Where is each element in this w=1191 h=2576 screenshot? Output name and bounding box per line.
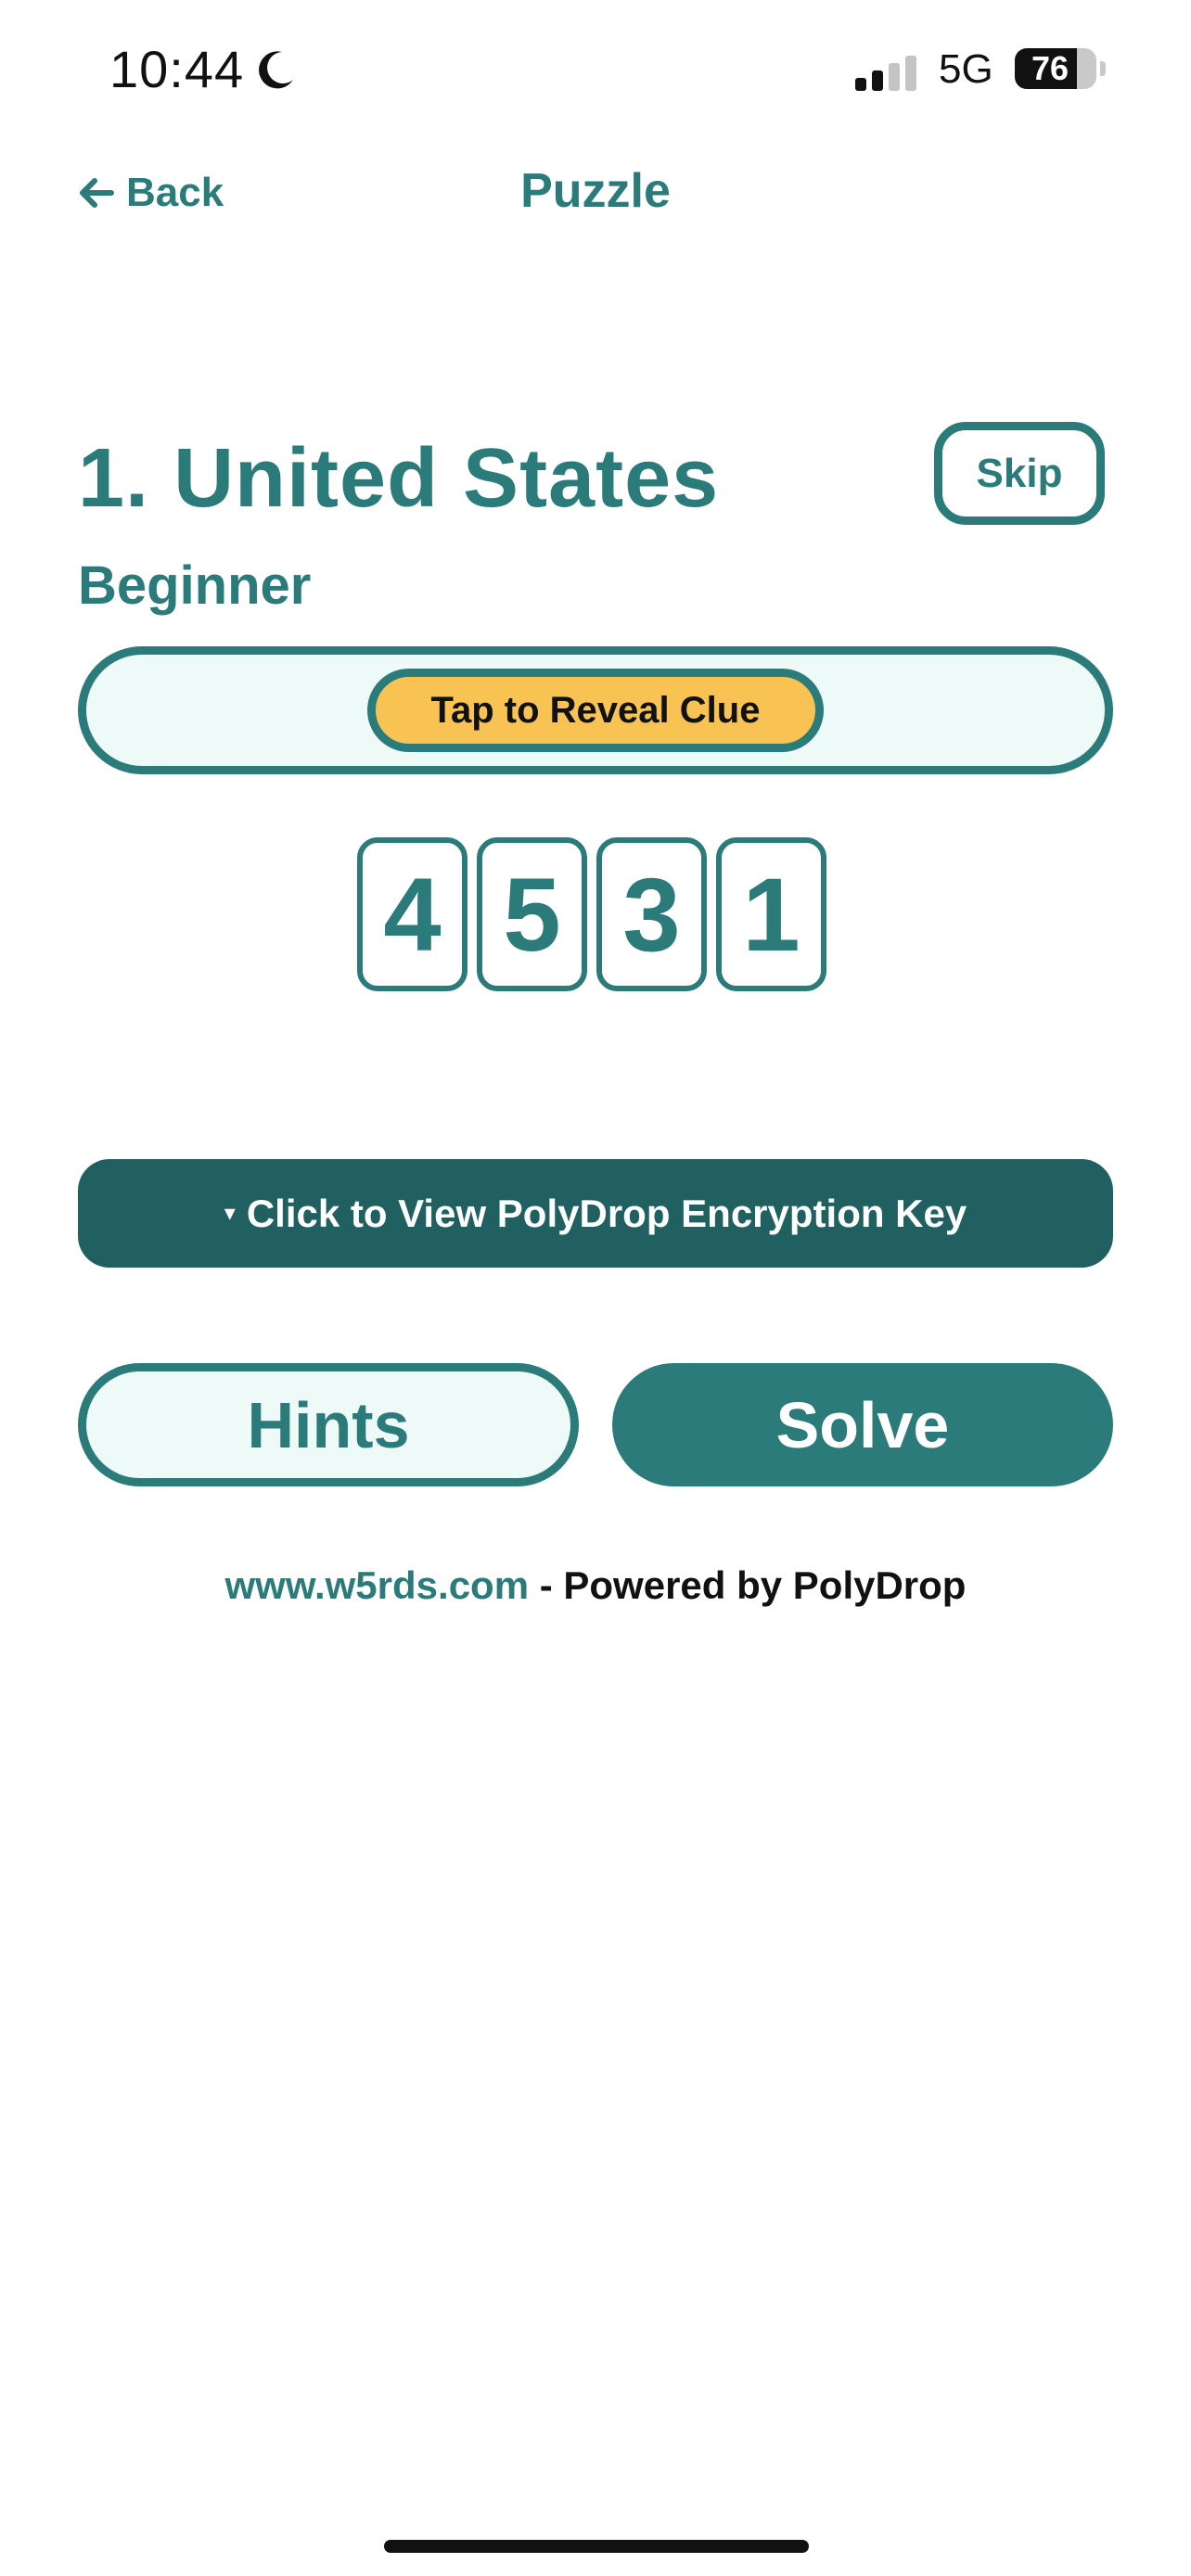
battery-level: 76 <box>1031 49 1069 87</box>
status-time: 10:44 <box>109 40 245 98</box>
difficulty-label: Beginner <box>78 555 312 616</box>
network-type: 5G <box>939 46 993 92</box>
skip-button[interactable]: Skip <box>934 422 1105 525</box>
website-link[interactable]: www.w5rds.com <box>225 1563 530 1607</box>
hints-button[interactable]: Hints <box>78 1363 579 1486</box>
signal-bar <box>855 78 866 91</box>
digit-tile[interactable]: 4 <box>357 837 467 991</box>
triangle-down-icon: ▾ <box>224 1201 236 1226</box>
digit-tile[interactable]: 3 <box>596 837 707 991</box>
signal-bar <box>889 63 900 91</box>
footer-powered-by: - Powered by PolyDrop <box>529 1563 967 1607</box>
digit-tiles: 4 5 3 1 <box>357 837 826 991</box>
moon-icon <box>259 51 293 89</box>
signal-icon <box>855 54 920 91</box>
view-encryption-key-button[interactable]: ▾ Click to View PolyDrop Encryption Key <box>78 1159 1113 1268</box>
puzzle-title: 1. United States <box>78 432 720 525</box>
digit-tile[interactable]: 1 <box>716 837 826 991</box>
battery-icon: 76 <box>1015 48 1096 89</box>
footer: www.w5rds.com - Powered by PolyDrop <box>0 1563 1191 1608</box>
encryption-key-label: Click to View PolyDrop Encryption Key <box>246 1191 967 1235</box>
battery-nub <box>1100 61 1106 76</box>
page-title: Puzzle <box>520 164 671 218</box>
signal-bar <box>905 56 916 91</box>
solve-button[interactable]: Solve <box>612 1363 1113 1486</box>
reveal-clue-button[interactable]: Tap to Reveal Clue <box>367 669 824 752</box>
signal-bar <box>872 70 883 91</box>
digit-tile[interactable]: 5 <box>477 837 587 991</box>
home-indicator[interactable] <box>384 2540 809 2553</box>
